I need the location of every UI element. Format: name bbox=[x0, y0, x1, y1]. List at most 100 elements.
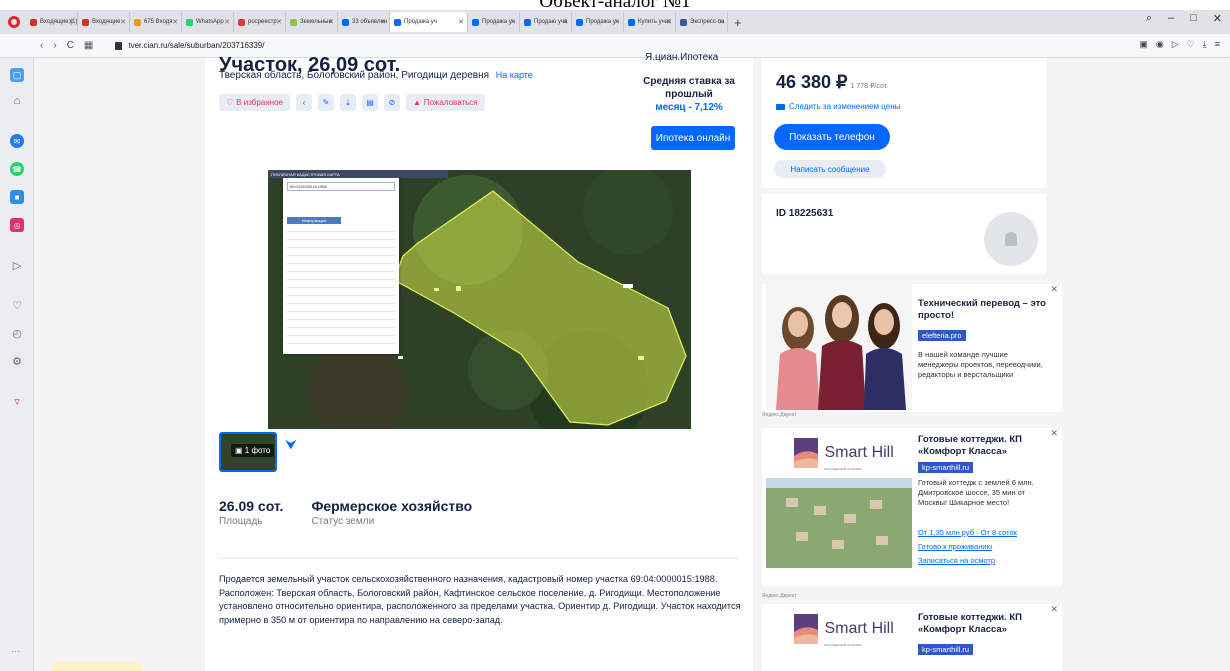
browser-tab[interactable]: 675 Входя ✕ bbox=[130, 12, 182, 32]
speed-dial-icon[interactable]: ▢ bbox=[10, 68, 24, 82]
ad-close-icon[interactable]: ✕ bbox=[1050, 604, 1058, 615]
settings-icon[interactable]: ⚙ bbox=[10, 354, 24, 368]
search-tabs-icon[interactable]: ⌕ bbox=[1146, 12, 1152, 25]
edit-button[interactable]: ✎ bbox=[318, 94, 334, 111]
avatar[interactable] bbox=[984, 212, 1038, 266]
location-icon[interactable]: ▿ bbox=[10, 394, 24, 408]
tab-label: WhatsApp bbox=[196, 19, 224, 25]
ad-close-icon[interactable]: ✕ bbox=[1050, 284, 1058, 295]
send-icon[interactable]: ▷ bbox=[1172, 39, 1179, 50]
cadastral-info-tab[interactable]: Информация bbox=[287, 217, 341, 224]
tab-close-icon[interactable]: ✕ bbox=[276, 18, 282, 26]
ad-smarthill[interactable]: Smart Hill коттеджный поселок ✕ Готовые … bbox=[762, 428, 1062, 586]
bottom-notification-chip[interactable] bbox=[52, 662, 142, 671]
browser-tab[interactable]: Земельные ✕ bbox=[286, 12, 338, 32]
browser-tab[interactable]: Продажа уч ✕ bbox=[468, 12, 520, 32]
messenger-icon[interactable]: ✉ bbox=[10, 134, 24, 148]
grid-icon[interactable]: ▦ bbox=[84, 40, 93, 51]
tab-close-icon[interactable]: ✕ bbox=[68, 18, 74, 26]
url-field[interactable]: tver.cian.ru/sale/suburban/203716339/ bbox=[115, 41, 264, 50]
heart-outline-icon: ♡ bbox=[226, 98, 234, 107]
maximize-icon[interactable]: □ bbox=[1190, 12, 1197, 25]
vk-icon[interactable]: ■ bbox=[10, 190, 24, 204]
ad-close-icon[interactable]: ✕ bbox=[1050, 428, 1058, 439]
browser-tab[interactable]: росреестр ✕ bbox=[234, 12, 286, 32]
photo-thumbnail[interactable]: ▣ 1 фото bbox=[219, 432, 277, 472]
tab-close-icon[interactable]: ✕ bbox=[666, 18, 672, 26]
browser-tab[interactable]: Продажа уч ✕ bbox=[390, 12, 468, 32]
ad-title[interactable]: Готовые коттеджи. КП «Комфорт Класса» bbox=[918, 612, 1048, 636]
listing-photo[interactable]: ПУБЛИЧНАЯ КАДАСТРОВАЯ КАРТА 69:04:000001… bbox=[268, 170, 691, 429]
listing-actions: ♡ В избранное ‹ ✎ ⤓ ▤ ⊘ ▲ Пожаловаться bbox=[219, 94, 485, 111]
home-icon[interactable]: ⌂ bbox=[10, 94, 24, 108]
reload-icon[interactable]: C bbox=[67, 40, 74, 51]
vpn-icon[interactable]: ◉ bbox=[1156, 39, 1164, 50]
close-window-icon[interactable]: ✕ bbox=[1213, 12, 1222, 25]
forward-icon[interactable]: › bbox=[53, 40, 56, 51]
tab-close-icon[interactable]: ✕ bbox=[224, 18, 230, 26]
complain-button[interactable]: ▲ Пожаловаться bbox=[406, 94, 485, 111]
ad-link-price[interactable]: От 1,35 млн руб · От 8 соток bbox=[918, 528, 1017, 537]
listing-card: Участок, 26,09 сот. Тверская область, Бо… bbox=[205, 52, 753, 671]
new-tab-icon[interactable]: + bbox=[734, 15, 742, 30]
browser-tab[interactable]: Купить учас ✕ bbox=[624, 12, 676, 32]
browser-tab[interactable]: WhatsApp ✕ bbox=[182, 12, 234, 32]
camera-icon[interactable]: ▣ bbox=[1139, 39, 1148, 50]
browser-tab[interactable]: Экспресс-па ✕ bbox=[676, 12, 728, 32]
map-link[interactable]: На карте bbox=[496, 70, 533, 80]
browser-tab[interactable]: Входящие (1) ✕ bbox=[26, 12, 78, 32]
ipoteka-online-button[interactable]: Ипотека онлайн bbox=[651, 126, 735, 150]
tab-close-icon[interactable]: ✕ bbox=[510, 18, 516, 26]
tab-close-icon[interactable]: ✕ bbox=[120, 18, 126, 26]
tab-close-icon[interactable]: ✕ bbox=[718, 18, 724, 26]
download-icon[interactable]: ⤓ bbox=[1203, 39, 1207, 50]
ad-translation[interactable]: ✕ Технический перевод – это просто! elef… bbox=[762, 284, 1062, 412]
rate-value: месяц - 7,12% bbox=[655, 102, 723, 113]
tab-close-icon[interactable]: ✕ bbox=[614, 18, 620, 26]
browser-tab[interactable]: Продажа уч ✕ bbox=[572, 12, 624, 32]
menu-icon[interactable]: ≡ bbox=[1215, 39, 1220, 50]
browser-logo-icon[interactable] bbox=[8, 16, 20, 28]
cadastral-search-input[interactable]: 69:04:0000015:1988 bbox=[287, 182, 395, 191]
back-icon[interactable]: ‹ bbox=[40, 40, 43, 51]
show-phone-button[interactable]: Показать телефон bbox=[774, 124, 890, 150]
ad-title[interactable]: Готовые коттеджи. КП «Комфорт Класса» bbox=[918, 434, 1048, 458]
player-icon[interactable]: ▷ bbox=[10, 258, 24, 272]
tab-close-icon[interactable]: ✕ bbox=[458, 18, 464, 26]
ad-title[interactable]: Технический перевод – это просто! bbox=[918, 298, 1048, 322]
instagram-icon[interactable]: ◎ bbox=[10, 218, 24, 232]
ad-link-ready[interactable]: Готово к проживанию bbox=[918, 542, 992, 551]
smarthill-mark-icon bbox=[794, 438, 818, 468]
fact-area: 26.09 сот. Площадь bbox=[219, 498, 283, 527]
follow-price-link[interactable]: Следить за изменением цены bbox=[776, 102, 900, 111]
whatsapp-icon[interactable]: ☎ bbox=[10, 162, 24, 176]
tab-favicon-icon bbox=[472, 18, 479, 26]
price: 46 380 ₽1 778 ₽/сот. bbox=[776, 72, 888, 93]
minimize-icon[interactable]: ‒ bbox=[1168, 12, 1174, 25]
browser-tab[interactable]: 33 объявлен ✕ bbox=[338, 12, 390, 32]
share-icon: ‹ bbox=[302, 98, 306, 107]
tab-close-icon[interactable]: ✕ bbox=[562, 18, 568, 26]
tab-close-icon[interactable]: ✕ bbox=[172, 18, 178, 26]
tab-close-icon[interactable]: ✕ bbox=[380, 18, 386, 26]
favorite-button[interactable]: ♡ В избранное bbox=[219, 94, 290, 111]
ad-link-viewing[interactable]: Записаться на осмотр bbox=[918, 556, 995, 565]
ad-domain[interactable]: kp-smarthill.ru bbox=[918, 644, 974, 655]
ad-domain[interactable]: elefteria.pro bbox=[918, 330, 966, 341]
history-icon[interactable]: ◴ bbox=[10, 326, 24, 340]
browser-tab[interactable]: Входящие ✕ bbox=[78, 12, 130, 32]
print-button[interactable]: ▤ bbox=[362, 94, 378, 111]
smarthill-logo: Smart Hill коттеджный поселок bbox=[794, 614, 894, 647]
browser-tab[interactable]: Продаю уча ✕ bbox=[520, 12, 572, 32]
tab-close-icon[interactable]: ✕ bbox=[328, 18, 334, 26]
ad-domain[interactable]: kp-smarthill.ru bbox=[918, 462, 974, 473]
download-button[interactable]: ⤓ bbox=[340, 94, 356, 111]
map-pin-icon[interactable]: ⮟ bbox=[285, 436, 297, 453]
heart-icon[interactable]: ♡ bbox=[1187, 39, 1195, 50]
hide-button[interactable]: ⊘ bbox=[384, 94, 400, 111]
write-message-button[interactable]: Написать сообщение bbox=[774, 160, 886, 178]
more-icon[interactable]: ⋯ bbox=[11, 646, 20, 657]
bookmarks-icon[interactable]: ♡ bbox=[10, 298, 24, 312]
share-button[interactable]: ‹ bbox=[296, 94, 312, 111]
ad-smarthill-2[interactable]: Smart Hill коттеджный поселок ✕ Готовые … bbox=[762, 604, 1062, 671]
